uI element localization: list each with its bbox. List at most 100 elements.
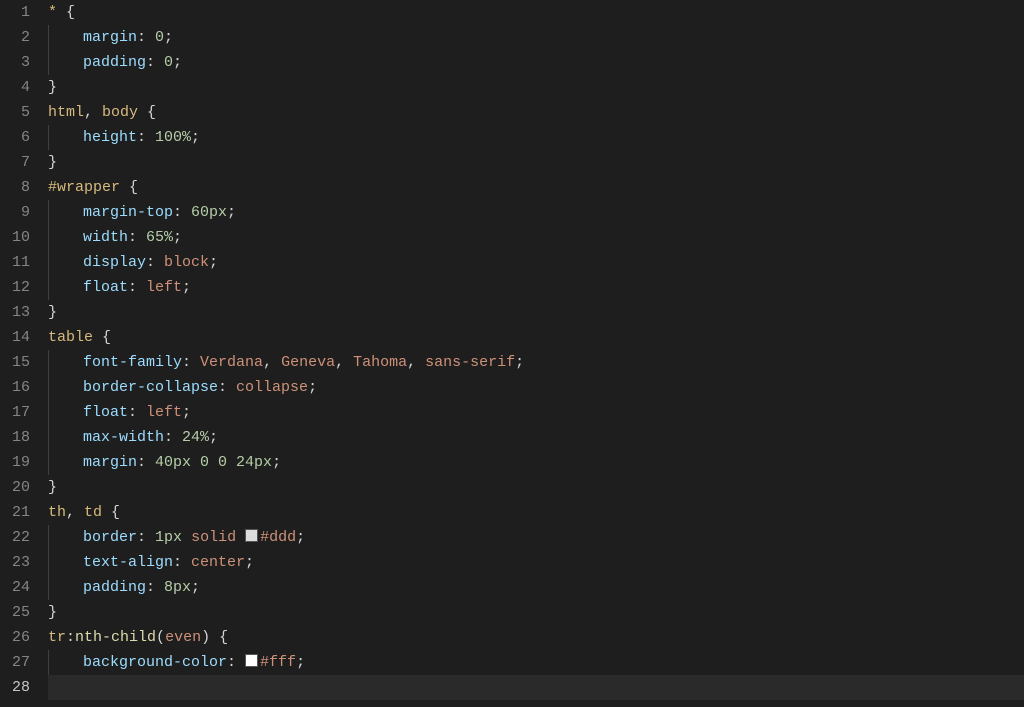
code-line[interactable]: background-color: #fff; xyxy=(48,650,1024,675)
color-swatch-icon[interactable] xyxy=(245,529,258,542)
token-prop: padding xyxy=(83,54,146,71)
code-line[interactable]: height: 100%; xyxy=(48,125,1024,150)
token-val: block xyxy=(164,254,209,271)
indent-guide xyxy=(48,125,83,150)
code-line[interactable]: margin-top: 60px; xyxy=(48,200,1024,225)
token-punc: , xyxy=(84,104,102,121)
line-number-gutter: 1234567891011121314151617181920212223242… xyxy=(0,0,48,707)
indent-guide xyxy=(48,550,83,575)
code-line[interactable]: } xyxy=(48,300,1024,325)
token-punc: ; xyxy=(182,279,191,296)
token-punc: : xyxy=(128,404,146,421)
code-line[interactable]: margin: 0; xyxy=(48,25,1024,50)
token-num: 24% xyxy=(182,429,209,446)
code-line[interactable]: display: block; xyxy=(48,250,1024,275)
code-line[interactable]: border: 1px solid #ddd; xyxy=(48,525,1024,550)
line-number: 19 xyxy=(0,450,30,475)
token-punc: ; xyxy=(209,254,218,271)
code-line[interactable]: font-family: Verdana, Geneva, Tahoma, sa… xyxy=(48,350,1024,375)
line-number: 28 xyxy=(0,675,30,700)
token-prop: margin xyxy=(83,29,137,46)
token-sel: table xyxy=(48,329,102,346)
token-punc: : xyxy=(137,454,155,471)
token-punc: ; xyxy=(245,554,254,571)
code-line[interactable]: border-collapse: collapse; xyxy=(48,375,1024,400)
token-punc: ; xyxy=(515,354,524,371)
token-punc: ; xyxy=(173,229,182,246)
token-punc: ; xyxy=(173,54,182,71)
color-swatch-icon[interactable] xyxy=(245,654,258,667)
token-punc: , xyxy=(66,504,84,521)
token-prop: height xyxy=(83,129,137,146)
token-punc: ; xyxy=(272,454,281,471)
token-prop: text-align xyxy=(83,554,173,571)
token-punc xyxy=(182,529,191,546)
token-val: Tahoma xyxy=(353,354,407,371)
token-val: sans-serif xyxy=(425,354,515,371)
token-prop: float xyxy=(83,279,128,296)
token-punc: ; xyxy=(191,129,200,146)
line-number: 25 xyxy=(0,600,30,625)
code-editor[interactable]: 1234567891011121314151617181920212223242… xyxy=(0,0,1024,707)
code-line[interactable]: max-width: 24%; xyxy=(48,425,1024,450)
token-punc: : xyxy=(146,254,164,271)
token-punc: : xyxy=(66,629,75,646)
code-line[interactable]: tr:nth-child(even) { xyxy=(48,625,1024,650)
line-number: 2 xyxy=(0,25,30,50)
token-punc: ; xyxy=(164,29,173,46)
code-area[interactable]: * {margin: 0;padding: 0;}html, body {hei… xyxy=(48,0,1024,707)
token-val: Verdana xyxy=(200,354,263,371)
line-number: 22 xyxy=(0,525,30,550)
token-brace: { xyxy=(111,504,120,521)
line-number: 5 xyxy=(0,100,30,125)
indent-guide xyxy=(48,350,83,375)
code-line[interactable]: margin: 40px 0 0 24px; xyxy=(48,450,1024,475)
token-punc: : xyxy=(173,554,191,571)
token-paren: ( xyxy=(156,629,165,646)
indent-guide xyxy=(48,425,83,450)
code-line[interactable]: #wrapper { xyxy=(48,175,1024,200)
token-num: 0 xyxy=(155,29,164,46)
code-line[interactable]: } xyxy=(48,600,1024,625)
code-line[interactable]: } xyxy=(48,675,1024,700)
line-number: 13 xyxy=(0,300,30,325)
code-line[interactable]: float: left; xyxy=(48,400,1024,425)
code-line[interactable]: } xyxy=(48,150,1024,175)
token-val: even xyxy=(165,629,201,646)
token-sel: html xyxy=(48,104,84,121)
token-brace: } xyxy=(48,304,57,321)
token-punc: : xyxy=(146,54,164,71)
line-number: 7 xyxy=(0,150,30,175)
token-num: 100% xyxy=(155,129,191,146)
line-number: 6 xyxy=(0,125,30,150)
indent-guide xyxy=(48,225,83,250)
token-func: nth-child xyxy=(75,629,156,646)
code-line[interactable]: float: left; xyxy=(48,275,1024,300)
token-punc: : xyxy=(218,379,236,396)
indent-guide xyxy=(48,50,83,75)
token-punc: , xyxy=(407,354,425,371)
code-line[interactable]: padding: 0; xyxy=(48,50,1024,75)
line-number: 9 xyxy=(0,200,30,225)
code-line[interactable]: th, td { xyxy=(48,500,1024,525)
token-hex: #ddd xyxy=(260,529,296,546)
token-prop: background-color xyxy=(83,654,227,671)
line-number: 8 xyxy=(0,175,30,200)
token-punc: : xyxy=(128,229,146,246)
token-num: 40px 0 0 24px xyxy=(155,454,272,471)
active-line-highlight xyxy=(48,675,1024,700)
code-line[interactable]: } xyxy=(48,75,1024,100)
code-line[interactable]: table { xyxy=(48,325,1024,350)
code-line[interactable]: text-align: center; xyxy=(48,550,1024,575)
line-number: 17 xyxy=(0,400,30,425)
token-prop: border-collapse xyxy=(83,379,218,396)
code-line[interactable]: html, body { xyxy=(48,100,1024,125)
token-num: 65% xyxy=(146,229,173,246)
token-brace: } xyxy=(48,479,57,496)
line-number: 14 xyxy=(0,325,30,350)
code-line[interactable]: } xyxy=(48,475,1024,500)
code-line[interactable]: width: 65%; xyxy=(48,225,1024,250)
code-line[interactable]: * { xyxy=(48,0,1024,25)
token-prop: margin-top xyxy=(83,204,173,221)
code-line[interactable]: padding: 8px; xyxy=(48,575,1024,600)
